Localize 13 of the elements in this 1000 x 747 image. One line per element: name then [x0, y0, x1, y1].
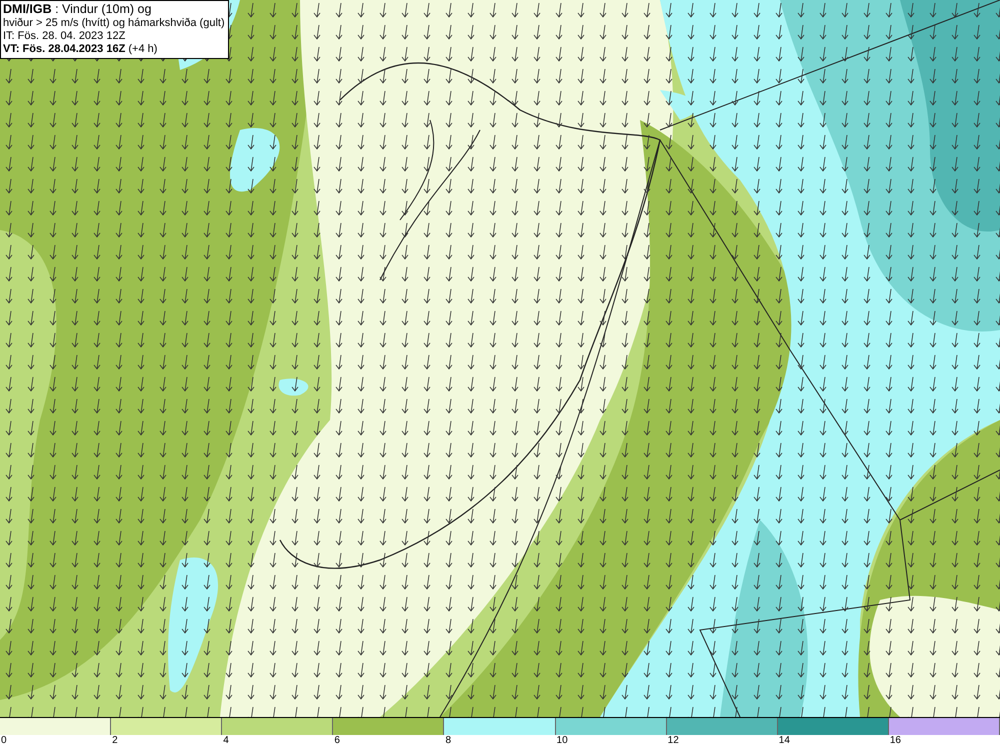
legend-label: 6	[333, 735, 340, 747]
legend-label: 8	[444, 735, 451, 747]
title-line: DMI/IGB : Vindur (10m) og	[3, 2, 152, 17]
title-line: IT: Fös. 28. 04. 2023 12Z	[3, 30, 126, 43]
legend-label: 12	[666, 735, 679, 747]
legend-label: 10	[556, 735, 568, 747]
legend-label: 14	[778, 735, 790, 747]
legend-label: 0	[0, 735, 7, 747]
title-line: VT: Fös. 28.04.2023 16Z (+4 h)	[3, 43, 158, 56]
legend-label: 16	[888, 735, 901, 747]
legend-label: 4	[222, 735, 229, 747]
title-line: hviður > 25 m/s (hvítt) og hámarkshviða (gult)	[3, 17, 225, 30]
legend-label: 2	[111, 735, 118, 747]
